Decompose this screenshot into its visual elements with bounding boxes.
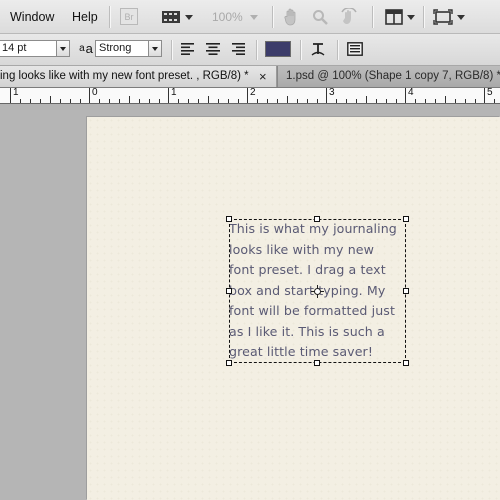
- horizontal-ruler[interactable]: 1 0 1 2 3 4 5: [0, 88, 500, 104]
- resize-handle-bottom-left[interactable]: [226, 360, 232, 366]
- bridge-icon[interactable]: Br: [120, 8, 138, 25]
- ruler-label: 0: [92, 88, 98, 98]
- film-icon[interactable]: [160, 8, 182, 26]
- zoom-tool-icon[interactable]: [310, 7, 330, 27]
- menu-help[interactable]: Help: [72, 10, 98, 24]
- separator: [372, 6, 374, 28]
- tab-active-document[interactable]: ing looks like with my new font preset. …: [0, 66, 276, 87]
- resize-handle-bottom-right[interactable]: [403, 360, 409, 366]
- align-left-icon[interactable]: [180, 41, 196, 57]
- align-center-icon[interactable]: [205, 41, 221, 57]
- hand-tool-icon[interactable]: [282, 7, 302, 27]
- separator: [300, 40, 302, 60]
- options-bar: [0, 34, 500, 66]
- ruler-label: 2: [250, 88, 256, 98]
- tab-1psd[interactable]: 1.psd @ 100% (Shape 1 copy 7, RGB/8) *: [277, 66, 500, 87]
- zoom-level[interactable]: 100%: [212, 10, 243, 24]
- arrange-documents-icon[interactable]: [384, 8, 404, 26]
- font-size-dropdown[interactable]: [56, 40, 70, 57]
- menu-window[interactable]: Window: [10, 10, 54, 24]
- antialias-dropdown[interactable]: [148, 40, 162, 57]
- separator: [256, 40, 258, 60]
- resize-handle-top-right[interactable]: [403, 216, 409, 222]
- resize-handle-bottom[interactable]: [314, 360, 320, 366]
- chevron-down-icon[interactable]: [406, 13, 416, 21]
- antialias-select[interactable]: Strong: [95, 40, 150, 57]
- chevron-down-icon[interactable]: [456, 13, 466, 21]
- ruler-label: 5: [487, 88, 493, 98]
- rotate-view-icon[interactable]: [338, 7, 360, 27]
- ruler-label: 4: [408, 88, 414, 98]
- chevron-down-icon[interactable]: [184, 13, 194, 21]
- resize-handle-top[interactable]: [314, 216, 320, 222]
- ruler-label: 3: [329, 88, 335, 98]
- chevron-down-icon[interactable]: [249, 13, 259, 21]
- resize-handle-left[interactable]: [226, 288, 232, 294]
- separator: [423, 6, 425, 28]
- resize-handle-top-left[interactable]: [226, 216, 232, 222]
- separator: [272, 6, 274, 28]
- separator: [109, 6, 111, 28]
- warp-text-icon[interactable]: [309, 40, 327, 58]
- ruler-label: 1: [171, 88, 177, 98]
- font-size-input[interactable]: 14 pt: [0, 40, 57, 57]
- reference-point-icon[interactable]: [311, 285, 324, 298]
- align-right-icon[interactable]: [230, 41, 246, 57]
- antialias-icon: aa: [79, 40, 93, 56]
- screen-mode-icon[interactable]: [432, 8, 454, 26]
- ruler-label: 1: [13, 88, 19, 98]
- menu-bar: Window Help Br 100%: [0, 0, 500, 34]
- document-tab-bar: ing looks like with my new font preset. …: [0, 66, 500, 88]
- close-icon[interactable]: ×: [259, 66, 267, 87]
- character-panel-icon[interactable]: [346, 41, 364, 57]
- separator: [337, 40, 339, 60]
- resize-handle-right[interactable]: [403, 288, 409, 294]
- separator: [171, 40, 173, 60]
- text-color-swatch[interactable]: [265, 41, 291, 57]
